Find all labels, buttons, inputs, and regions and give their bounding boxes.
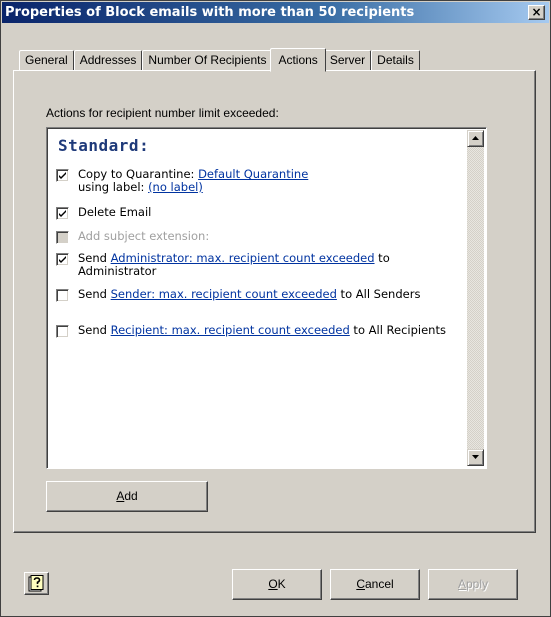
action-text-copy-to-quarantine: Copy to Quarantine: Default Quarantine u… [78,168,466,194]
action-prefix: Send [78,251,111,265]
apply-button: Apply [428,569,518,600]
actions-list-content: Standard: Copy to Quarantine: Default Qu… [50,130,466,466]
scroll-up-arrow-icon [472,136,479,140]
tab-server[interactable]: Server [323,50,372,71]
action-item-copy-to-quarantine: Copy to Quarantine: Default Quarantine u… [56,168,466,194]
checkmark-icon [59,210,66,217]
action-text-delete-email: Delete Email [78,205,152,219]
properties-dialog: Properties of Block emails with more tha… [0,0,551,617]
action-prefix: Send [78,287,111,301]
action-checkbox-send-administrator[interactable] [56,253,69,266]
no-label-link[interactable]: (no label) [148,180,203,194]
action-item-delete-email: Delete Email [56,205,466,220]
action-item-send-administrator: Send Administrator: max. recipient count… [56,252,466,278]
action-line2-prefix: using label: [78,180,149,194]
action-checkbox-add-subject-extension [56,231,69,244]
close-button[interactable]: × [528,5,545,20]
scroll-down-arrow-icon [472,455,479,459]
add-action-button[interactable]: Add [46,481,208,512]
scroll-up-button[interactable] [467,130,484,147]
action-item-send-recipient: Send Recipient: max. recipient count exc… [56,324,466,338]
tab-details[interactable]: Details [371,50,420,71]
checkmark-icon [59,256,66,263]
action-checkbox-delete-email[interactable] [56,207,69,220]
administrator-template-link[interactable]: Administrator: max. recipient count exce… [111,251,375,265]
context-help-icon [28,575,44,592]
action-text-send-sender: Send Sender: max. recipient count exceed… [78,288,466,301]
action-checkbox-send-recipient[interactable] [56,325,69,338]
tab-addresses[interactable]: Addresses [73,50,143,71]
action-text-send-recipient: Send Recipient: max. recipient count exc… [78,324,466,337]
action-checkbox-send-sender[interactable] [56,289,69,302]
actions-listbox[interactable]: Standard: Copy to Quarantine: Default Qu… [46,127,487,469]
scroll-down-button[interactable] [467,449,484,466]
window-title: Properties of Block emails with more tha… [5,5,415,20]
tab-strip: General Addresses Number Of Recipients A… [19,47,420,72]
actions-section-label: Actions for recipient number limit excee… [46,106,279,120]
checkmark-icon [59,172,66,179]
action-checkbox-copy-to-quarantine[interactable] [56,169,69,182]
action-item-send-sender: Send Sender: max. recipient count exceed… [56,288,466,302]
cancel-button[interactable]: Cancel [330,569,420,600]
action-suffix: to All Senders [336,287,421,301]
recipient-template-link[interactable]: Recipient: max. recipient count exceeded [111,323,350,337]
standard-heading: Standard: [58,136,150,155]
action-item-add-subject-extension: Add subject extension: [56,229,466,244]
sender-template-link[interactable]: Sender: max. recipient count exceeded [111,287,337,301]
vertical-scrollbar[interactable] [467,130,484,466]
tab-general[interactable]: General [19,50,74,71]
default-quarantine-link[interactable]: Default Quarantine [198,167,308,181]
action-prefix: Copy to Quarantine: [78,167,199,181]
action-prefix: Send [78,323,111,337]
ok-button[interactable]: OK [232,569,322,600]
tab-number-of-recipients[interactable]: Number Of Recipients [142,50,273,71]
title-bar: Properties of Block emails with more tha… [2,2,549,23]
context-help-button[interactable] [24,572,49,595]
action-text-add-subject-extension: Add subject extension: [78,229,210,243]
tab-actions[interactable]: Actions [270,48,326,72]
action-text-send-administrator: Send Administrator: max. recipient count… [78,252,466,278]
action-suffix: to All Recipients [349,323,446,337]
